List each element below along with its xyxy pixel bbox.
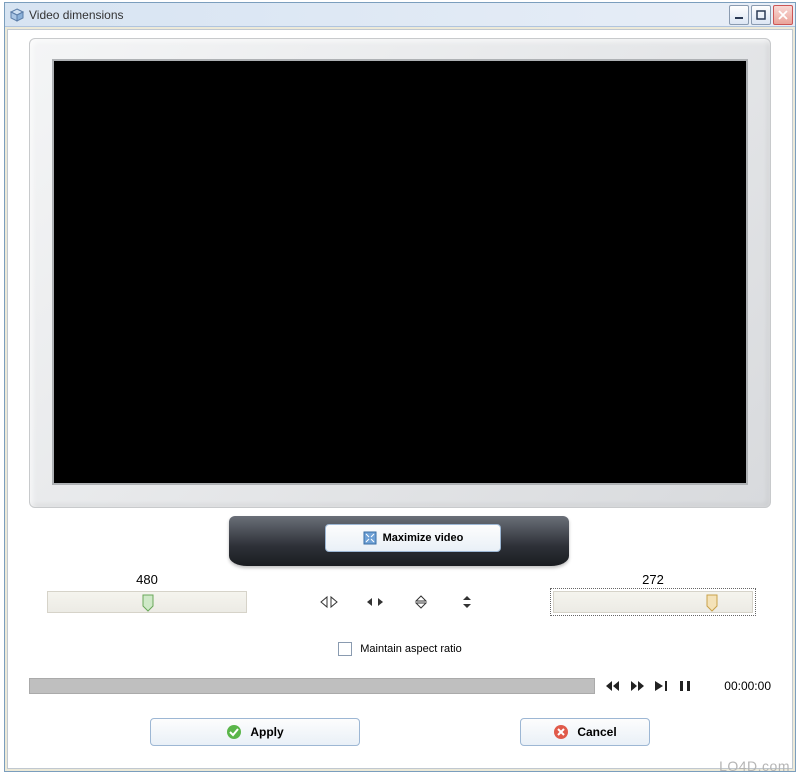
client-area: Maximize video 480: [7, 29, 793, 769]
height-value: 272: [553, 572, 753, 587]
stretch-vertical-icon[interactable]: [457, 594, 477, 610]
cancel-label: Cancel: [577, 725, 616, 739]
fast-forward-icon[interactable]: [629, 679, 645, 693]
ok-icon: [226, 724, 242, 740]
titlebar: Video dimensions: [5, 3, 795, 27]
rewind-icon[interactable]: [605, 679, 621, 693]
apply-label: Apply: [250, 725, 283, 739]
play-step-icon[interactable]: [653, 679, 669, 693]
apply-button[interactable]: Apply: [150, 718, 360, 746]
video-preview-area: [52, 59, 748, 485]
watermark: LO4D.com: [719, 758, 790, 774]
aspect-ratio-row: Maintain aspect ratio: [16, 642, 784, 656]
minimize-button[interactable]: [729, 5, 749, 25]
height-slider[interactable]: [553, 591, 753, 613]
playback-controls: [605, 679, 693, 693]
expand-icon: [363, 531, 377, 545]
maximize-video-label: Maximize video: [383, 532, 464, 544]
flip-horizontal-icon[interactable]: [319, 594, 339, 610]
playback-row: 00:00:00: [29, 678, 771, 694]
stretch-horizontal-icon[interactable]: [365, 594, 385, 610]
close-button[interactable]: [773, 5, 793, 25]
flip-vertical-icon[interactable]: [411, 594, 431, 610]
dialog-buttons: Apply Cancel: [29, 718, 771, 746]
height-slider-thumb[interactable]: [706, 594, 718, 612]
dimensions-row: 480: [29, 572, 771, 622]
window-controls: [729, 5, 793, 25]
width-slider-thumb[interactable]: [142, 594, 154, 612]
app-icon: [9, 7, 25, 23]
width-value: 480: [47, 572, 247, 587]
pause-icon[interactable]: [677, 679, 693, 693]
maintain-aspect-checkbox[interactable]: [338, 642, 352, 656]
maximize-window-button[interactable]: [751, 5, 771, 25]
cancel-icon: [553, 724, 569, 740]
monitor-preview: Maximize video: [29, 38, 771, 538]
seek-bar[interactable]: [29, 678, 595, 694]
window-title: Video dimensions: [29, 8, 729, 22]
maintain-aspect-label: Maintain aspect ratio: [360, 643, 462, 655]
height-control: 272: [553, 572, 753, 613]
timecode: 00:00:00: [713, 679, 771, 693]
maximize-video-button[interactable]: Maximize video: [325, 524, 501, 552]
cancel-button[interactable]: Cancel: [520, 718, 650, 746]
window: Video dimensions Maximize video: [4, 2, 796, 772]
width-slider[interactable]: [47, 591, 247, 613]
monitor-frame: [29, 38, 771, 508]
dimension-tool-icons: [319, 594, 477, 610]
width-control: 480: [47, 572, 247, 613]
